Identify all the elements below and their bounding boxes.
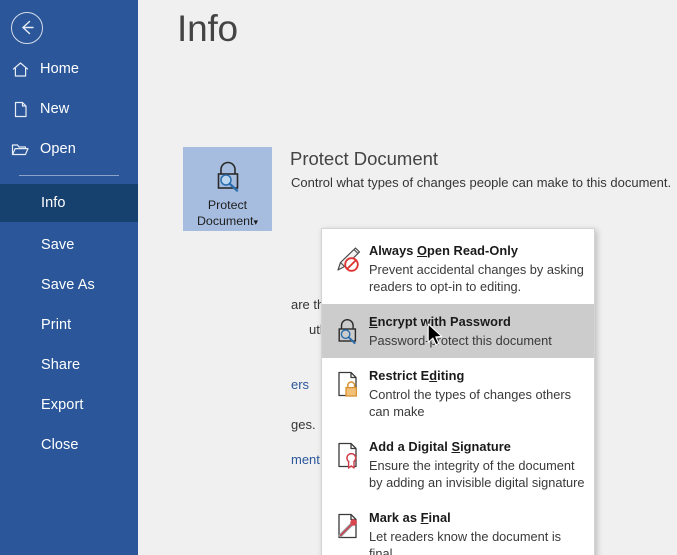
sidebar-item-save-as[interactable]: Save As bbox=[0, 266, 138, 304]
background-text-line: ges. bbox=[291, 417, 316, 432]
chevron-down-icon: ▾ bbox=[253, 217, 258, 227]
page-title: Info bbox=[177, 8, 238, 50]
protect-document-label: Protect Document▾ bbox=[197, 197, 258, 230]
sidebar-item-open[interactable]: Open bbox=[0, 132, 138, 166]
sidebar-item-label: Save bbox=[0, 237, 74, 253]
menu-item-body: Restrict Editing Control the types of ch… bbox=[369, 367, 586, 420]
document-stamp-icon bbox=[329, 509, 369, 543]
sidebar-item-export[interactable]: Export bbox=[0, 386, 138, 424]
background-text-line: ment bbox=[291, 452, 320, 467]
menu-item-subtitle: Control the types of changes others can … bbox=[369, 386, 586, 420]
menu-item-encrypt-with-password[interactable]: Encrypt with Password Password-protect t… bbox=[322, 304, 594, 358]
menu-item-restrict-editing[interactable]: Restrict Editing Control the types of ch… bbox=[322, 358, 594, 429]
sidebar-item-share[interactable]: Share bbox=[0, 346, 138, 384]
menu-item-subtitle: Ensure the integrity of the document by … bbox=[369, 457, 586, 491]
tile-line-2: Document bbox=[197, 214, 253, 228]
menu-item-subtitle: Prevent accidental changes by asking rea… bbox=[369, 261, 586, 295]
menu-item-always-open-read-only[interactable]: Always Open Read-Only Prevent accidental… bbox=[322, 233, 594, 304]
protect-document-dropdown-menu: Always Open Read-Only Prevent accidental… bbox=[321, 228, 595, 555]
lock-magnifier-icon bbox=[209, 156, 247, 196]
protect-document-button[interactable]: Protect Document▾ bbox=[183, 147, 272, 231]
folder-open-icon bbox=[0, 140, 40, 159]
word-backstage-info-screen: Home New Open Info bbox=[0, 0, 677, 555]
menu-item-body: Encrypt with Password Password-protect t… bbox=[369, 313, 586, 349]
sidebar-item-label: Open bbox=[40, 141, 76, 157]
document-icon bbox=[0, 100, 40, 119]
tile-line-1: Protect bbox=[208, 198, 247, 212]
lock-magnifier-icon bbox=[329, 313, 369, 347]
sidebar-item-label: Close bbox=[0, 437, 79, 453]
sidebar-item-new[interactable]: New bbox=[0, 92, 138, 126]
menu-item-body: Always Open Read-Only Prevent accidental… bbox=[369, 242, 586, 295]
menu-item-body: Add a Digital Signature Ensure the integ… bbox=[369, 438, 586, 491]
backstage-sidebar: Home New Open Info bbox=[0, 0, 138, 555]
protect-document-heading: Protect Document bbox=[290, 148, 438, 170]
sidebar-item-label: Export bbox=[0, 397, 84, 413]
arrow-left-circle-icon bbox=[12, 13, 41, 42]
sidebar-item-close[interactable]: Close bbox=[0, 426, 138, 464]
document-ribbon-seal-icon bbox=[329, 438, 369, 472]
sidebar-item-label: Print bbox=[0, 317, 71, 333]
sidebar-divider bbox=[19, 175, 119, 176]
menu-item-subtitle: Password-protect this document bbox=[369, 332, 586, 349]
sidebar-item-home[interactable]: Home bbox=[0, 52, 138, 86]
sidebar-item-label: New bbox=[40, 101, 69, 117]
protect-document-description: Control what types of changes people can… bbox=[291, 175, 671, 190]
sidebar-item-label: Share bbox=[0, 357, 80, 373]
sidebar-item-save[interactable]: Save bbox=[0, 226, 138, 264]
back-arrow-button[interactable] bbox=[11, 12, 43, 44]
menu-item-title: Restrict Editing bbox=[369, 368, 464, 383]
sidebar-item-label: Info bbox=[0, 195, 66, 211]
home-icon bbox=[0, 60, 40, 79]
menu-item-body: Mark as Final Let readers know the docum… bbox=[369, 509, 586, 555]
sidebar-item-print[interactable]: Print bbox=[0, 306, 138, 344]
menu-item-title: Mark as Final bbox=[369, 510, 451, 525]
main-content: Info are that it contains: uthor's name … bbox=[138, 0, 677, 555]
menu-item-title: Always Open Read-Only bbox=[369, 243, 518, 258]
menu-item-subtitle: Let readers know the document is final. bbox=[369, 528, 586, 555]
menu-item-title: Add a Digital Signature bbox=[369, 439, 511, 454]
menu-item-title: Encrypt with Password bbox=[369, 314, 511, 329]
sidebar-item-label: Save As bbox=[0, 277, 95, 293]
background-text-line: ers bbox=[291, 377, 309, 392]
menu-item-add-digital-signature[interactable]: Add a Digital Signature Ensure the integ… bbox=[322, 429, 594, 500]
document-padlock-icon bbox=[329, 367, 369, 401]
sidebar-item-label: Home bbox=[40, 61, 79, 77]
sidebar-item-info[interactable]: Info bbox=[0, 184, 138, 222]
pencil-no-entry-icon bbox=[329, 242, 369, 276]
menu-item-mark-as-final[interactable]: Mark as Final Let readers know the docum… bbox=[322, 500, 594, 555]
